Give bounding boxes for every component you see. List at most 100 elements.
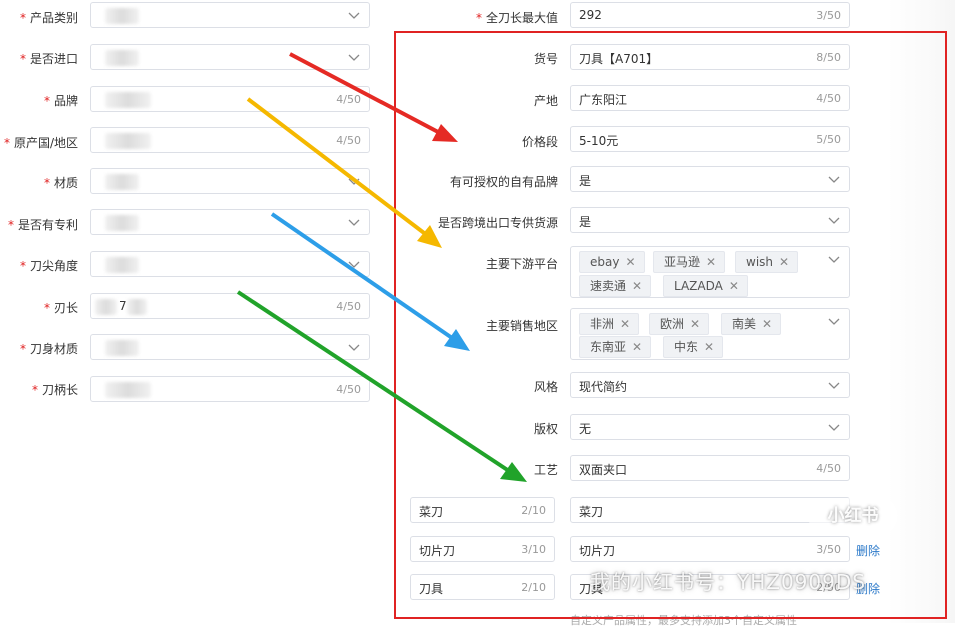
chevron-down-icon <box>348 261 360 268</box>
cross-border-label: 是否跨境出口专供货源 <box>437 216 558 230</box>
platform-tag: wish ✕ <box>735 251 799 273</box>
chevron-down-icon <box>828 217 840 224</box>
custom-attr-name-input[interactable]: 菜刀 2/10 <box>410 497 555 523</box>
custom-attr-name-counter: 2/10 <box>521 504 546 517</box>
has-patent-label: * 是否有专利 <box>7 218 78 232</box>
style-select[interactable]: 现代简约 <box>570 372 850 398</box>
page-edge-shade <box>888 0 955 623</box>
craft-input[interactable]: 双面夹口 4/50 <box>570 455 850 481</box>
close-icon[interactable]: ✕ <box>762 317 772 331</box>
price-range-label: 价格段 <box>521 135 558 149</box>
material-label: * 材质 <box>43 176 78 190</box>
product-category-label: * 产品类别 <box>19 11 78 25</box>
custom-attr-value: 切片刀 <box>579 544 616 558</box>
custom-attr-name-counter: 2/10 <box>521 581 546 594</box>
region-tag: 中东 ✕ <box>663 336 724 358</box>
custom-attr-name-input[interactable]: 切片刀 3/10 <box>410 536 555 562</box>
chevron-down-icon <box>348 12 360 19</box>
custom-attr-hint: 自定义产品属性，最多支持添加3个自定义属性 <box>570 614 797 627</box>
watermark-text: 我的小红书号：YHZ0909DS <box>590 570 866 594</box>
blade-length-value: 7 <box>119 299 127 313</box>
item-no-input[interactable]: 刀具【A701】 8/50 <box>570 44 850 70</box>
chevron-down-icon <box>828 318 840 325</box>
close-icon[interactable]: ✕ <box>729 279 739 293</box>
copyright-select[interactable]: 无 <box>570 414 850 440</box>
custom-attr-value-input[interactable]: 切片刀 3/50 <box>570 536 850 562</box>
blade-material-select[interactable] <box>90 334 370 360</box>
total-length-max-label: * 全刀长最大值 <box>475 11 558 25</box>
origin-place-value: 广东阳江 <box>579 93 628 107</box>
chevron-down-icon <box>828 382 840 389</box>
redacted-value <box>105 92 151 108</box>
product-category-select[interactable] <box>90 2 370 28</box>
custom-attr-name: 刀具 <box>419 582 444 596</box>
custom-attr-name-input[interactable]: 刀具 2/10 <box>410 574 555 600</box>
redacted-value <box>105 50 139 66</box>
close-icon[interactable]: ✕ <box>690 317 700 331</box>
watermark-logo: 小红书 <box>808 498 898 534</box>
close-icon[interactable]: ✕ <box>625 255 635 269</box>
redacted-value <box>105 133 151 149</box>
handle-length-label: * 刀柄长 <box>31 383 78 397</box>
has-patent-select[interactable] <box>90 209 370 235</box>
item-no-value: 刀具【A701】 <box>579 52 659 66</box>
close-icon[interactable]: ✕ <box>632 279 642 293</box>
region-tag: 南美 ✕ <box>721 313 782 335</box>
total-length-max-input[interactable]: 292 3/50 <box>570 2 850 28</box>
handle-length-input[interactable]: 4/50 <box>90 376 370 402</box>
authorized-brand-select[interactable]: 是 <box>570 166 850 192</box>
redacted-value <box>105 8 139 24</box>
close-icon[interactable]: ✕ <box>632 340 642 354</box>
total-length-max-counter: 3/50 <box>816 9 841 22</box>
platform-tag: 亚马逊 ✕ <box>653 251 726 273</box>
brand-input[interactable]: 4/50 <box>90 86 370 112</box>
close-icon[interactable]: ✕ <box>704 340 714 354</box>
custom-attr-value-counter: 3/50 <box>816 543 841 556</box>
redacted-value <box>105 382 151 398</box>
craft-counter: 4/50 <box>816 462 841 475</box>
close-icon[interactable]: ✕ <box>779 255 789 269</box>
custom-attr-name-counter: 3/10 <box>521 543 546 556</box>
region-tag: 东南亚 ✕ <box>579 336 652 358</box>
platform-tag: LAZADA ✕ <box>663 275 748 297</box>
origin-place-counter: 4/50 <box>816 92 841 105</box>
redacted-value <box>95 299 117 315</box>
brand-counter: 4/50 <box>336 93 361 106</box>
downstream-platforms-label: 主要下游平台 <box>485 257 558 271</box>
custom-attr-name: 切片刀 <box>419 544 456 558</box>
chevron-down-icon <box>828 176 840 183</box>
platform-tag: ebay ✕ <box>579 251 645 273</box>
authorized-brand-value: 是 <box>579 174 592 188</box>
price-range-counter: 5/50 <box>816 133 841 146</box>
delete-link[interactable]: 删除 <box>856 542 880 559</box>
chevron-down-icon <box>348 219 360 226</box>
origin-place-label: 产地 <box>533 94 558 108</box>
custom-attr-value: 菜刀 <box>579 505 604 519</box>
is-imported-select[interactable] <box>90 44 370 70</box>
price-range-input[interactable]: 5-10元 5/50 <box>570 126 850 152</box>
tip-angle-label: * 刀尖角度 <box>19 259 78 273</box>
material-select[interactable] <box>90 168 370 194</box>
blade-length-input[interactable]: 7 4/50 <box>90 293 370 319</box>
sales-regions-multiselect[interactable]: 非洲 ✕ 欧洲 ✕ 南美 ✕ 东南亚 ✕ 中东 ✕ <box>570 308 850 360</box>
close-icon[interactable]: ✕ <box>706 255 716 269</box>
redacted-value <box>105 174 139 190</box>
brand-label: * 品牌 <box>43 94 78 108</box>
downstream-platforms-multiselect[interactable]: ebay ✕ 亚马逊 ✕ wish ✕ 速卖通 ✕ LAZADA ✕ <box>570 246 850 298</box>
chevron-down-icon <box>348 54 360 61</box>
redacted-value <box>127 299 147 315</box>
custom-attr-name: 菜刀 <box>419 505 444 519</box>
origin-input[interactable]: 4/50 <box>90 127 370 153</box>
region-tag: 非洲 ✕ <box>579 313 640 335</box>
redacted-value <box>105 340 139 356</box>
tip-angle-select[interactable] <box>90 251 370 277</box>
chevron-down-icon <box>348 178 360 185</box>
origin-place-input[interactable]: 广东阳江 4/50 <box>570 85 850 111</box>
authorized-brand-label: 有可授权的自有品牌 <box>449 175 558 189</box>
craft-label: 工艺 <box>533 463 558 477</box>
close-icon[interactable]: ✕ <box>620 317 630 331</box>
handle-length-counter: 4/50 <box>336 383 361 396</box>
item-no-counter: 8/50 <box>816 51 841 64</box>
cross-border-select[interactable]: 是 <box>570 207 850 233</box>
total-length-max-value: 292 <box>579 8 602 22</box>
